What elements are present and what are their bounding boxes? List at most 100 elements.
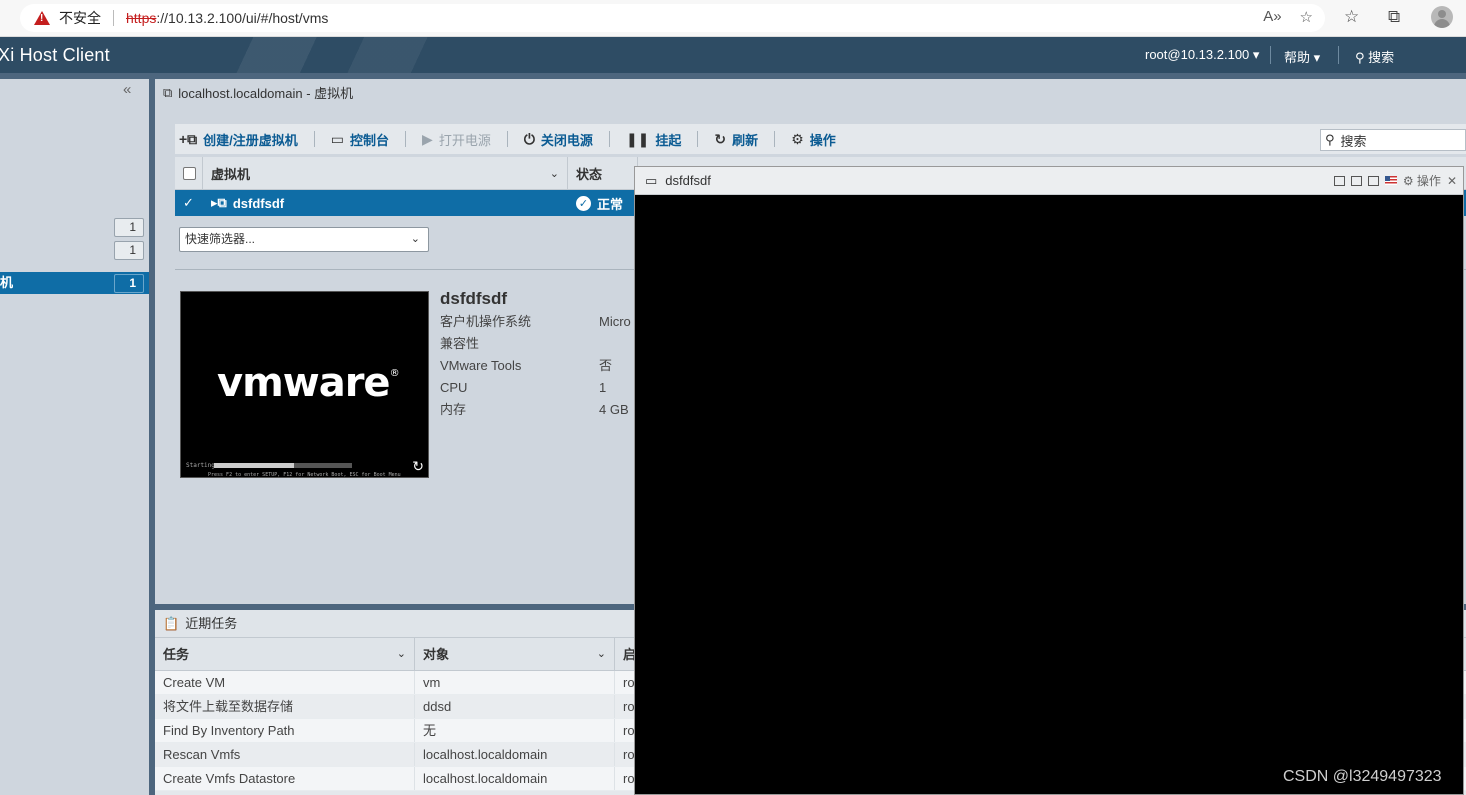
clipboard-icon: 📋 — [163, 615, 180, 631]
restore-icon[interactable] — [1350, 175, 1362, 186]
vm-console-window[interactable]: ▭ dsfdfsdf ⚙ 操作 ✕ — [634, 166, 1464, 795]
user-menu[interactable]: root@10.13.2.100 ▾ — [1145, 47, 1259, 63]
column-status[interactable]: 状态 — [568, 156, 638, 190]
select-all-checkbox[interactable] — [183, 166, 196, 180]
console-title: dsfdfsdf — [665, 173, 711, 188]
console-icon: ▭ — [645, 172, 658, 188]
pause-icon: ❚❚ — [625, 130, 650, 147]
favorites-icon[interactable]: ☆ — [1344, 7, 1359, 27]
chevron-down-icon[interactable]: ⌄ — [597, 638, 606, 671]
address-bar[interactable]: ! 不安全 https ://10.13.2.100/ui/#/host/vms… — [20, 4, 1325, 32]
close-icon[interactable]: ✕ — [1447, 174, 1457, 188]
read-aloud-icon[interactable]: A» — [1263, 8, 1281, 26]
navigator-panel: « 机 1 1 1 — [0, 79, 149, 795]
refresh-button[interactable]: ↻ 刷新 — [710, 130, 774, 149]
property-row: 客户机操作系统 Micro — [440, 314, 631, 329]
power-icon: ⏻ — [523, 130, 535, 147]
vmware-logo: vmware® — [217, 360, 400, 406]
property-row: CPU 1 — [440, 380, 607, 395]
url-path: ://10.13.2.100/ui/#/host/vms — [156, 10, 329, 26]
sidebar-item-vms[interactable]: 机 1 — [0, 272, 149, 294]
count-badge: 1 — [114, 218, 144, 237]
console-screen[interactable] — [635, 195, 1463, 794]
status-ok-icon: ✓ — [576, 195, 591, 211]
create-vm-icon: +⧉ — [179, 130, 198, 147]
vm-status-cell: ✓ 正常 — [568, 190, 638, 216]
header-search[interactable]: ⚲ 搜索 — [1355, 47, 1394, 66]
power-on-label: 打开电源 — [438, 132, 491, 148]
property-row: 兼容性 — [440, 336, 480, 351]
header-separator — [1270, 46, 1271, 64]
vm-search-input[interactable]: ⚲ 搜索 — [1320, 129, 1466, 151]
vm-status: 正常 — [597, 196, 624, 212]
security-label[interactable]: 不安全 — [59, 8, 101, 28]
search-icon: ⚲ — [1355, 50, 1365, 65]
vm-screenshot-thumbnail[interactable]: vmware® Starting Press F2 to enter SETUP… — [180, 291, 429, 478]
help-menu[interactable]: 帮助 ▾ — [1284, 47, 1320, 66]
address-separator — [113, 10, 114, 26]
quick-filter-select[interactable]: 快速筛选器... ⌄ — [179, 227, 429, 252]
collapse-navigator-icon[interactable]: « — [123, 81, 131, 98]
count-badge: 1 — [114, 241, 144, 260]
vm-name: dsfdfsdf — [232, 195, 285, 211]
profile-avatar[interactable] — [1431, 6, 1453, 28]
property-row: VMware Tools 否 — [440, 358, 613, 373]
vm-name-cell[interactable]: ▸⧉ dsfdfsdf — [203, 190, 568, 216]
power-off-label: 关闭电源 — [540, 132, 593, 148]
power-on-button[interactable]: ▶ 打开电源 — [418, 130, 507, 149]
collections-icon[interactable]: ⧉ — [1388, 7, 1400, 27]
app-title: Xi Host Client — [0, 45, 110, 65]
console-label: 控制台 — [350, 132, 390, 148]
suspend-label: 挂起 — [655, 132, 682, 148]
refresh-label: 刷新 — [732, 132, 759, 148]
browser-toolbar: ! 不安全 https ://10.13.2.100/ui/#/host/vms… — [0, 0, 1466, 37]
watermark: CSDN @l3249497323 — [1283, 768, 1442, 785]
console-actions-button[interactable]: ⚙ 操作 — [1403, 172, 1441, 189]
count-badge: 1 — [114, 274, 144, 293]
vm-detail-name: dsfdfsdf — [440, 289, 508, 308]
gear-icon: ⚙ — [791, 130, 804, 147]
row-checkmark[interactable]: ✓ — [175, 190, 203, 216]
breadcrumb: ⧉ localhost.localdomain - 虚拟机 — [163, 83, 353, 102]
play-icon: ▶ — [422, 130, 433, 147]
header-decoration — [190, 37, 490, 73]
actions-button[interactable]: ⚙ 操作 — [787, 130, 852, 149]
column-vm-label: 虚拟机 — [211, 166, 251, 182]
url-scheme: https — [126, 10, 157, 26]
power-off-button[interactable]: ⏻ 关闭电源 — [520, 130, 609, 149]
console-controls: ⚙ 操作 ✕ — [1333, 172, 1457, 189]
recent-tasks-title: 近期任务 — [185, 615, 238, 631]
refresh-icon[interactable]: ↻ — [412, 458, 424, 475]
add-favorite-icon[interactable]: ☆ — [1300, 8, 1313, 26]
maximize-icon[interactable] — [1367, 175, 1379, 186]
minimize-icon[interactable] — [1333, 175, 1345, 186]
breadcrumb-text: localhost.localdomain - 虚拟机 — [178, 86, 354, 101]
boot-starting-text: Starting — [186, 462, 215, 469]
vm-group-icon: ⧉ — [163, 84, 173, 100]
header-search-label: 搜索 — [1368, 50, 1395, 65]
console-button[interactable]: ▭ 控制台 — [327, 130, 405, 149]
actions-label: 操作 — [809, 132, 836, 148]
select-all-cell[interactable] — [175, 156, 203, 190]
search-placeholder: 搜索 — [1340, 133, 1367, 149]
create-vm-button[interactable]: +⧉ 创建/注册虚拟机 — [175, 130, 314, 149]
console-titlebar[interactable]: ▭ dsfdfsdf ⚙ 操作 ✕ — [635, 167, 1463, 195]
chevron-down-icon[interactable]: ⌄ — [550, 167, 559, 180]
column-status-label: 状态 — [576, 166, 603, 182]
column-object[interactable]: 对象 ⌄ — [415, 638, 615, 670]
column-vm[interactable]: 虚拟机 ⌄ — [203, 156, 568, 190]
sidebar-item-label: 机 — [0, 275, 14, 290]
app-header: Xi Host Client root@10.13.2.100 ▾ 帮助 ▾ ⚲… — [0, 37, 1466, 73]
refresh-icon: ↻ — [714, 130, 727, 147]
suspend-button[interactable]: ❚❚ 挂起 — [622, 130, 697, 149]
quick-filter-placeholder: 快速筛选器... — [185, 232, 256, 246]
gear-icon: ⚙ — [1402, 174, 1414, 188]
header-separator — [1338, 46, 1339, 64]
vm-icon: ▸⧉ — [211, 195, 227, 210]
vm-toolbar: +⧉ 创建/注册虚拟机 ▭ 控制台 ▶ 打开电源 ⏻ 关闭电源 ❚❚ 挂起 ↻ … — [175, 124, 1466, 154]
column-task[interactable]: 任务 ⌄ — [155, 638, 415, 670]
chevron-down-icon[interactable]: ⌄ — [397, 638, 406, 671]
boot-hint-text: Press F2 to enter SETUP, F12 for Network… — [208, 472, 401, 478]
chevron-down-icon: ⌄ — [410, 233, 420, 245]
keyboard-layout-flag-icon[interactable] — [1384, 176, 1397, 185]
